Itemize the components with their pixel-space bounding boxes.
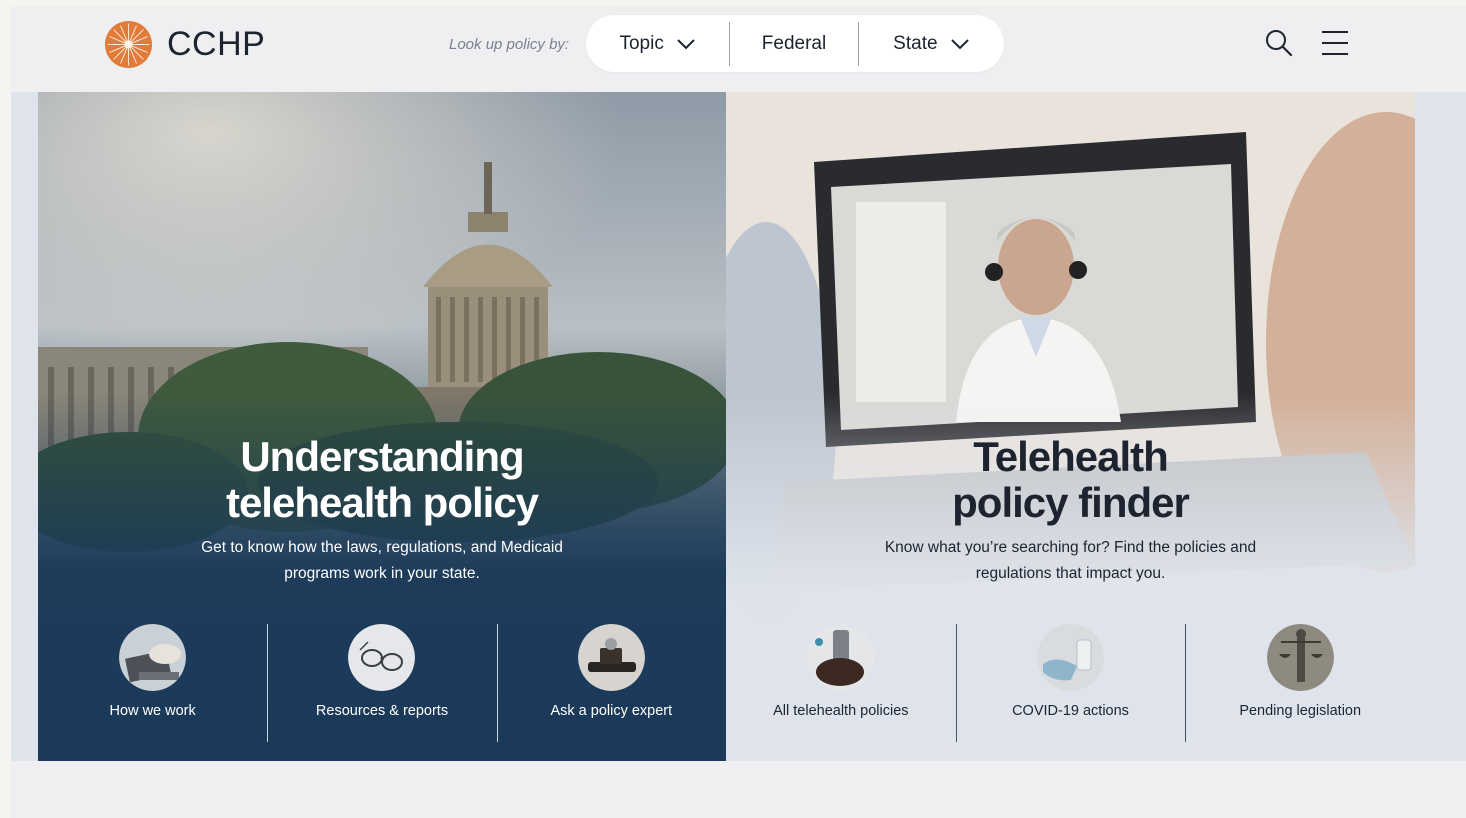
federal-link[interactable]: Federal — [730, 15, 857, 72]
chevron-down-icon — [950, 38, 969, 49]
hero-left-subtitle: Get to know how the laws, regulations, a… — [38, 535, 726, 587]
hero-right-title-line2: policy finder — [952, 479, 1190, 526]
topic-dropdown[interactable]: Topic — [586, 15, 729, 72]
hero-right-title: Telehealth policy finder — [726, 434, 1415, 526]
search-icon[interactable] — [1264, 28, 1294, 58]
hero-right-subtitle-line2: regulations that impact you. — [975, 565, 1166, 582]
gutter — [11, 92, 38, 761]
federal-label: Federal — [761, 32, 827, 54]
hero-left-subtitle-line2: programs work in your state. — [284, 565, 480, 582]
all-telehealth-policies-link[interactable]: All telehealth policies — [726, 624, 956, 744]
gutter — [1415, 92, 1466, 761]
hero-right-links: All telehealth policies COVID-19 actions — [726, 624, 1415, 744]
mask-photo-icon — [1037, 624, 1104, 691]
glasses-photo-icon — [348, 624, 416, 691]
policy-lookup-nav: Topic Federal State — [586, 15, 1004, 72]
lookup-label: Look up policy by: — [449, 36, 570, 53]
chevron-down-icon — [677, 38, 695, 49]
understanding-policy-panel: Understanding telehealth policy Get to k… — [38, 92, 726, 761]
hamburger-menu-icon[interactable] — [1320, 28, 1350, 58]
covid-19-actions-label: COVID-19 actions — [1012, 703, 1129, 719]
how-we-work-label: How we work — [109, 703, 196, 719]
page-frame: CCHP Look up policy by: Topic Federal St… — [11, 6, 1466, 818]
laptop-photo-icon — [119, 624, 187, 691]
resources-reports-label: Resources & reports — [315, 703, 449, 719]
hero-left-links: How we work Resources & reports Ask a po… — [38, 624, 726, 744]
ask-policy-expert-link[interactable]: Ask a policy expert — [496, 624, 726, 744]
topic-label: Topic — [619, 32, 664, 54]
hero-right-subtitle-line1: Know what you’re searching for? Find the… — [884, 539, 1257, 556]
state-label: State — [893, 32, 938, 54]
site-header: CCHP Look up policy by: Topic Federal St… — [11, 6, 1466, 92]
hero-left-subtitle-line1: Get to know how the laws, regulations, a… — [201, 539, 563, 556]
ask-policy-expert-label: Ask a policy expert — [550, 703, 673, 719]
brand-name: CCHP — [167, 25, 266, 63]
resources-reports-link[interactable]: Resources & reports — [267, 624, 496, 744]
hero-left-title: Understanding telehealth policy — [38, 434, 726, 526]
hero-right-subtitle: Know what you’re searching for? Find the… — [726, 535, 1415, 587]
hero-left-title-line1: Understanding — [240, 433, 524, 480]
hero-right-title-line1: Telehealth — [973, 433, 1169, 480]
phone-hands-photo-icon — [807, 624, 875, 691]
how-we-work-link[interactable]: How we work — [38, 624, 267, 744]
all-telehealth-policies-label: All telehealth policies — [773, 703, 909, 719]
hero-left-title-line2: telehealth policy — [225, 479, 539, 526]
stethoscope-photo-icon — [577, 624, 645, 691]
logo-link[interactable]: CCHP — [104, 20, 265, 69]
justice-statue-photo-icon — [1266, 624, 1334, 691]
pending-legislation-link[interactable]: Pending legislation — [1185, 624, 1415, 744]
state-dropdown[interactable]: State — [859, 15, 1004, 72]
sunburst-logo-icon — [104, 20, 153, 69]
policy-finder-panel: Telehealth policy finder Know what you’r… — [726, 92, 1415, 761]
covid-19-actions-link[interactable]: COVID-19 actions — [955, 624, 1186, 744]
pending-legislation-label: Pending legislation — [1239, 703, 1362, 719]
